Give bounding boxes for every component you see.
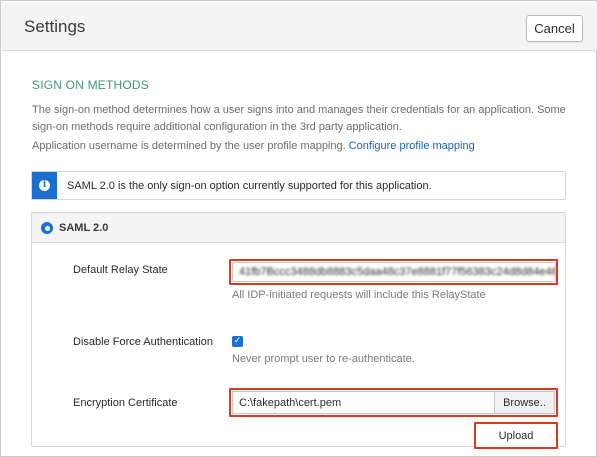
encryption-cert-file-input[interactable]: C:\fakepath\cert.pem [232, 391, 494, 414]
section-title: SIGN ON METHODS [32, 78, 150, 92]
saml-radio-button[interactable] [41, 222, 53, 234]
encryption-cert-label: Encryption Certificate [73, 397, 178, 409]
dialog-header: Settings Cancel [2, 2, 597, 51]
info-icon: i [32, 172, 57, 199]
checkmark-icon: ✓ [233, 336, 242, 346]
info-banner-text: SAML 2.0 is the only sign-on option curr… [67, 180, 432, 192]
relay-state-value: 41fb7Bccc3488db8883c5daa48c37e8881f77f56… [239, 266, 556, 278]
relay-state-input[interactable]: 41fb7Bccc3488db8883c5daa48c37e8881f77f56… [232, 262, 556, 282]
disable-force-auth-label: Disable Force Authentication [73, 336, 214, 348]
configure-profile-mapping-link[interactable]: Configure profile mapping [349, 140, 475, 152]
username-note-text: Application username is determined by th… [32, 140, 346, 152]
saml-option-label: SAML 2.0 [59, 222, 109, 234]
relay-state-label: Default Relay State [73, 264, 168, 276]
cancel-button[interactable]: Cancel [526, 15, 583, 42]
page-title: Settings [24, 17, 86, 36]
username-note: Application username is determined by th… [32, 140, 572, 152]
browse-button[interactable]: Browse.. [494, 391, 555, 414]
disable-force-auth-help: Never prompt user to re-authenticate. [232, 353, 415, 365]
saml-panel-header[interactable]: SAML 2.0 [32, 213, 565, 243]
upload-button[interactable]: Upload [476, 424, 556, 447]
section-description: The sign-on method determines how a user… [32, 104, 566, 133]
encryption-cert-path: C:\fakepath\cert.pem [239, 397, 342, 409]
relay-state-help: All IDP-initiated requests will include … [232, 289, 486, 301]
disable-force-auth-checkbox[interactable]: ✓ [232, 336, 243, 347]
info-banner: i SAML 2.0 is the only sign-on option cu… [31, 171, 566, 200]
settings-dialog: Settings Cancel SIGN ON METHODS The sign… [0, 0, 597, 457]
